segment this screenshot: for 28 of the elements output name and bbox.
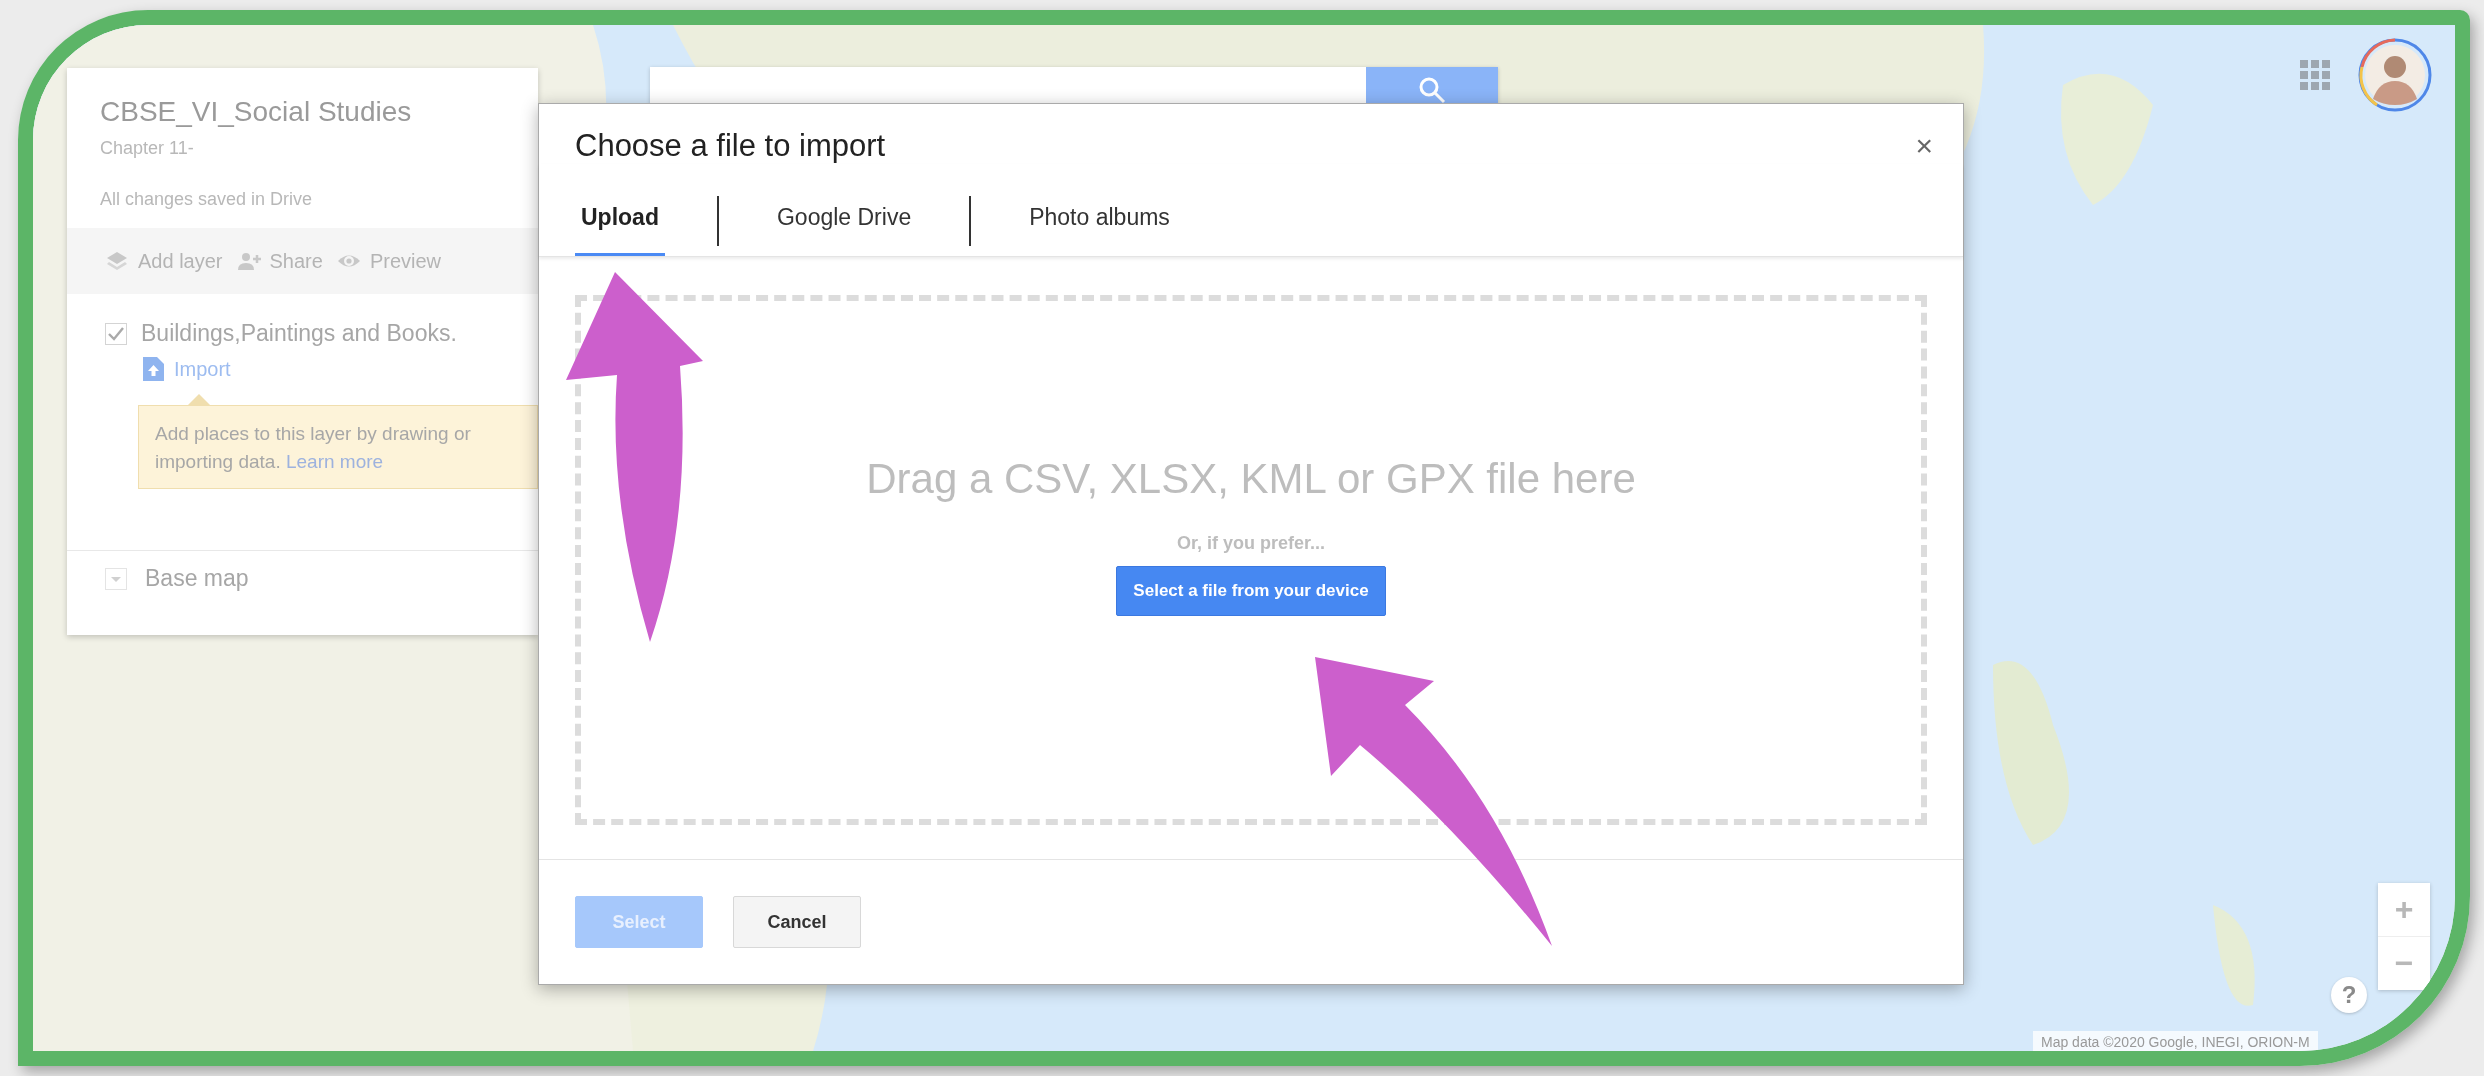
dialog-title: Choose a file to import	[575, 128, 886, 164]
close-button[interactable]: ×	[1909, 129, 1939, 163]
learn-more-link[interactable]: Learn more	[285, 451, 384, 472]
alternative-text: Or, if you prefer...	[1176, 532, 1325, 554]
drop-prompt: Drag a CSV, XLSX, KML or GPX file here	[866, 454, 1636, 503]
tab[interactable]: Google Drive	[770, 194, 918, 256]
base-map-label[interactable]: Base map	[145, 565, 249, 592]
layers-icon	[105, 249, 130, 273]
save-status: All changes saved in Drive	[100, 189, 313, 210]
apps-grid-icon	[2300, 60, 2332, 92]
share-button[interactable]: Share	[236, 249, 323, 273]
tab[interactable]: Upload	[575, 194, 665, 256]
zoom-in-button[interactable]: +	[2378, 883, 2430, 936]
select-file-button[interactable]: Select a file from your device	[1116, 565, 1386, 616]
map-title[interactable]: CBSE_VI_Social Studies	[100, 96, 412, 128]
map-description[interactable]: Chapter 11-	[100, 138, 194, 159]
cancel-button[interactable]: Cancel	[733, 896, 861, 948]
layer-checkbox[interactable]	[105, 322, 127, 345]
layer-name[interactable]: Buildings,Paintings and Books.	[141, 320, 457, 347]
hint-text: Add places to this layer by drawing or importing data. Learn more	[155, 422, 472, 474]
dropdown-icon	[105, 567, 127, 590]
tab[interactable]: Photo albums	[1023, 194, 1176, 256]
add-layer-button[interactable]: Add layer	[105, 249, 223, 273]
preview-button[interactable]: Preview	[336, 249, 441, 273]
zoom-out-button[interactable]: −	[2378, 936, 2430, 990]
file-upload-icon	[143, 357, 164, 381]
map-attribution: Map data ©2020 Google, INEGI, ORION-M	[2033, 1031, 2318, 1051]
import-link[interactable]: Import	[143, 357, 231, 381]
